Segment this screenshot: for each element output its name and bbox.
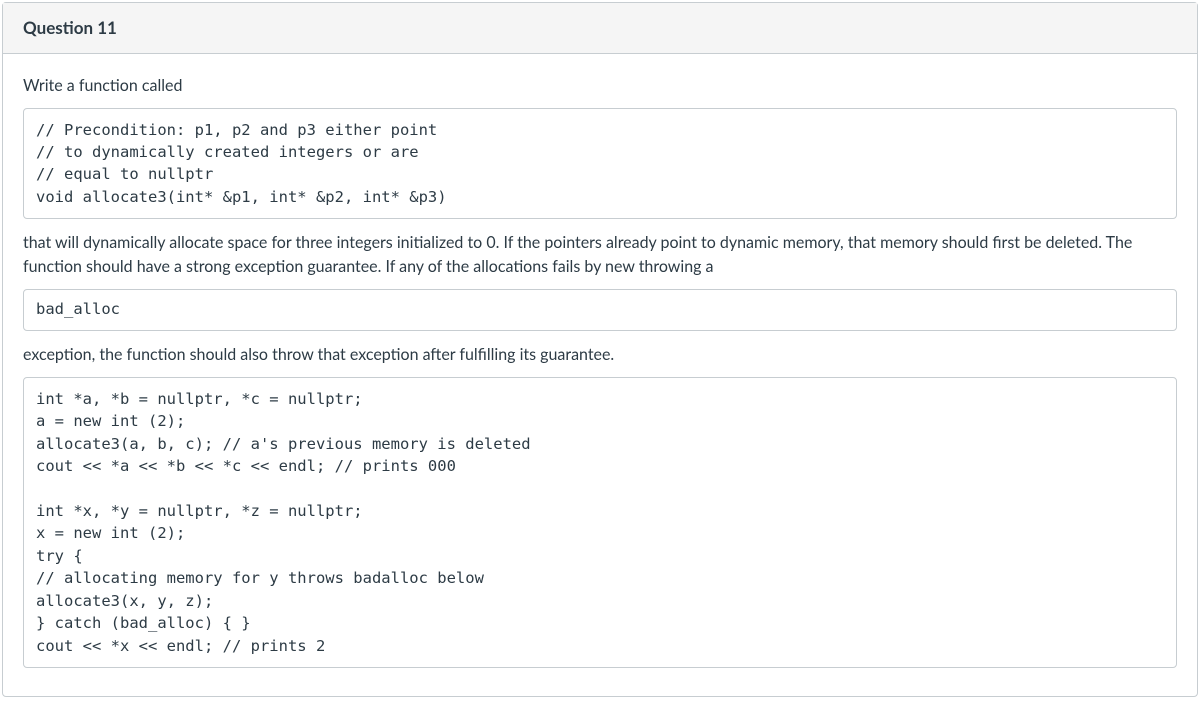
code-block-signature: // Precondition: p1, p2 and p3 either po… xyxy=(23,108,1177,220)
code-block-badalloc: bad_alloc xyxy=(23,289,1177,330)
question-title: Question 11 xyxy=(23,15,117,41)
question-header: Question 11 xyxy=(3,3,1197,54)
paragraph-exception: exception, the function should also thro… xyxy=(23,343,1177,367)
question-container: Question 11 Write a function called // P… xyxy=(2,2,1198,697)
intro-text: Write a function called xyxy=(23,74,1177,98)
question-body: Write a function called // Precondition:… xyxy=(3,54,1197,697)
paragraph-description: that will dynamically allocate space for… xyxy=(23,231,1177,279)
code-block-example: int *a, *b = nullptr, *c = nullptr; a = … xyxy=(23,377,1177,669)
